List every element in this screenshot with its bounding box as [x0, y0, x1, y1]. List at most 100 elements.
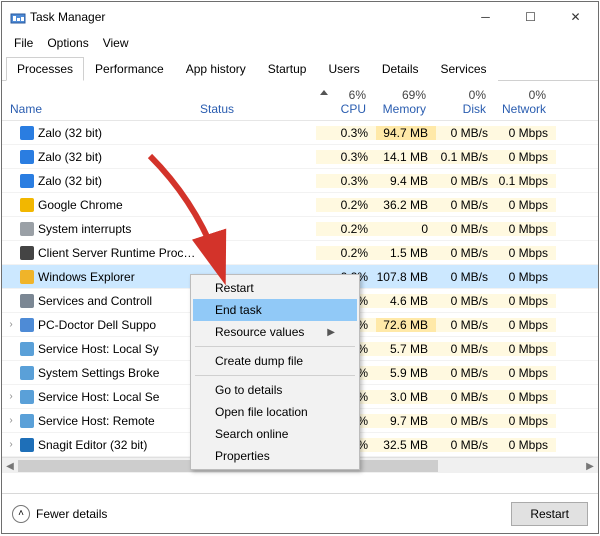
menu-item-resource-values[interactable]: Resource values ▶ — [193, 321, 357, 343]
zalo-icon — [18, 125, 36, 141]
process-name: Google Chrome — [36, 198, 196, 212]
menu-item-label: Properties — [215, 449, 270, 463]
menu-item-search-online[interactable]: Search online — [193, 423, 357, 445]
network-value: 0 Mbps — [496, 150, 556, 164]
process-name: Service Host: Local Se — [36, 390, 196, 404]
disk-value: 0 MB/s — [436, 294, 496, 308]
menu-item-restart[interactable]: Restart — [193, 277, 357, 299]
header-network[interactable]: 0% Network — [494, 86, 554, 120]
process-name: Snagit Editor (32 bit) — [36, 438, 196, 452]
menu-separator — [195, 375, 355, 376]
cpu-value: 0.2% — [316, 222, 376, 236]
expand-chevron-icon[interactable]: › — [2, 319, 18, 330]
memory-value: 94.7 MB — [376, 126, 436, 140]
menu-item-open-file-location[interactable]: Open file location — [193, 401, 357, 423]
network-value: 0.1 Mbps — [496, 174, 556, 188]
menu-separator — [195, 346, 355, 347]
fewer-details-toggle[interactable]: ˄ Fewer details — [12, 505, 107, 523]
tab-users[interactable]: Users — [317, 57, 370, 81]
memory-value: 1.5 MB — [376, 246, 436, 260]
cpu-value: 0.3% — [316, 150, 376, 164]
memory-value: 9.7 MB — [376, 414, 436, 428]
process-name: Service Host: Local Sy — [36, 342, 196, 356]
explorer-icon — [18, 269, 36, 285]
menu-options[interactable]: Options — [41, 34, 94, 52]
process-row[interactable]: Zalo (32 bit)0.3%94.7 MB0 MB/s0 Mbps — [2, 121, 598, 145]
menu-item-end-task[interactable]: End task — [193, 299, 357, 321]
expand-chevron-icon[interactable]: › — [2, 391, 18, 402]
disk-value: 0 MB/s — [436, 222, 496, 236]
app-icon — [10, 9, 26, 25]
cpu-value: 0.3% — [316, 126, 376, 140]
menu-item-label: Go to details — [215, 383, 282, 397]
menu-item-go-to-details[interactable]: Go to details — [193, 379, 357, 401]
tab-performance[interactable]: Performance — [84, 57, 175, 81]
cpu-value: 0.3% — [316, 174, 376, 188]
memory-value: 0 — [376, 222, 436, 236]
memory-value: 32.5 MB — [376, 438, 436, 452]
zalo-icon — [18, 149, 36, 165]
disk-value: 0 MB/s — [436, 318, 496, 332]
minimize-button[interactable]: ─ — [463, 2, 508, 32]
header-status[interactable]: Status — [194, 100, 314, 120]
tab-services[interactable]: Services — [430, 57, 498, 81]
process-row[interactable]: Google Chrome0.2%36.2 MB0 MB/s0 Mbps — [2, 193, 598, 217]
menu-item-properties[interactable]: Properties — [193, 445, 357, 467]
process-row[interactable]: Client Server Runtime Process0.2%1.5 MB0… — [2, 241, 598, 265]
process-name: Zalo (32 bit) — [36, 150, 196, 164]
disk-value: 0 MB/s — [436, 246, 496, 260]
tab-app-history[interactable]: App history — [175, 57, 257, 81]
process-name: System interrupts — [36, 222, 196, 236]
menu-file[interactable]: File — [8, 34, 39, 52]
menu-view[interactable]: View — [97, 34, 135, 52]
tabs: Processes Performance App history Startu… — [2, 56, 598, 81]
tab-details[interactable]: Details — [371, 57, 430, 81]
header-cpu[interactable]: 6% CPU — [314, 86, 374, 120]
header-disk[interactable]: 0% Disk — [434, 86, 494, 120]
memory-value: 36.2 MB — [376, 198, 436, 212]
menu-item-create-dump-file[interactable]: Create dump file — [193, 350, 357, 372]
tab-processes[interactable]: Processes — [6, 57, 84, 81]
process-row[interactable]: Zalo (32 bit)0.3%9.4 MB0 MB/s0.1 Mbps — [2, 169, 598, 193]
network-value: 0 Mbps — [496, 246, 556, 260]
scroll-left-arrow[interactable]: ◀ — [2, 458, 18, 474]
disk-value: 0 MB/s — [436, 438, 496, 452]
restart-button[interactable]: Restart — [511, 502, 588, 526]
process-name: System Settings Broke — [36, 366, 196, 380]
window-title: Task Manager — [26, 10, 463, 24]
footer: ˄ Fewer details Restart — [2, 493, 598, 533]
network-value: 0 Mbps — [496, 342, 556, 356]
maximize-button[interactable]: ☐ — [508, 2, 553, 32]
header-memory[interactable]: 69% Memory — [374, 86, 434, 120]
submenu-arrow-icon: ▶ — [327, 327, 335, 338]
disk-value: 0 MB/s — [436, 366, 496, 380]
memory-value: 107.8 MB — [376, 270, 436, 284]
memory-value: 5.7 MB — [376, 342, 436, 356]
expand-chevron-icon[interactable]: › — [2, 439, 18, 450]
disk-value: 0 MB/s — [436, 390, 496, 404]
gear-icon — [18, 341, 36, 357]
close-button[interactable]: ✕ — [553, 2, 598, 32]
memory-value: 4.6 MB — [376, 294, 436, 308]
chevron-up-icon: ˄ — [12, 505, 30, 523]
expand-chevron-icon[interactable]: › — [2, 415, 18, 426]
column-headers: Name Status 6% CPU 69% Memory 0% Disk 0%… — [2, 81, 598, 121]
menu-item-label: Restart — [215, 281, 254, 295]
console-icon — [18, 245, 36, 261]
disk-value: 0.1 MB/s — [436, 150, 496, 164]
tab-startup[interactable]: Startup — [257, 57, 318, 81]
menubar: File Options View — [2, 32, 598, 54]
scroll-right-arrow[interactable]: ▶ — [582, 458, 598, 474]
chrome-icon — [18, 197, 36, 213]
process-row[interactable]: System interrupts0.2%00 MB/s0 Mbps — [2, 217, 598, 241]
disk-value: 0 MB/s — [436, 414, 496, 428]
process-name: Zalo (32 bit) — [36, 126, 196, 140]
process-row[interactable]: Zalo (32 bit)0.3%14.1 MB0.1 MB/s0 Mbps — [2, 145, 598, 169]
zalo-icon — [18, 173, 36, 189]
menu-item-label: Resource values — [215, 325, 304, 339]
network-value: 0 Mbps — [496, 126, 556, 140]
system-icon — [18, 221, 36, 237]
gear-icon — [18, 389, 36, 405]
gear-icon — [18, 413, 36, 429]
header-name[interactable]: Name — [2, 100, 194, 120]
